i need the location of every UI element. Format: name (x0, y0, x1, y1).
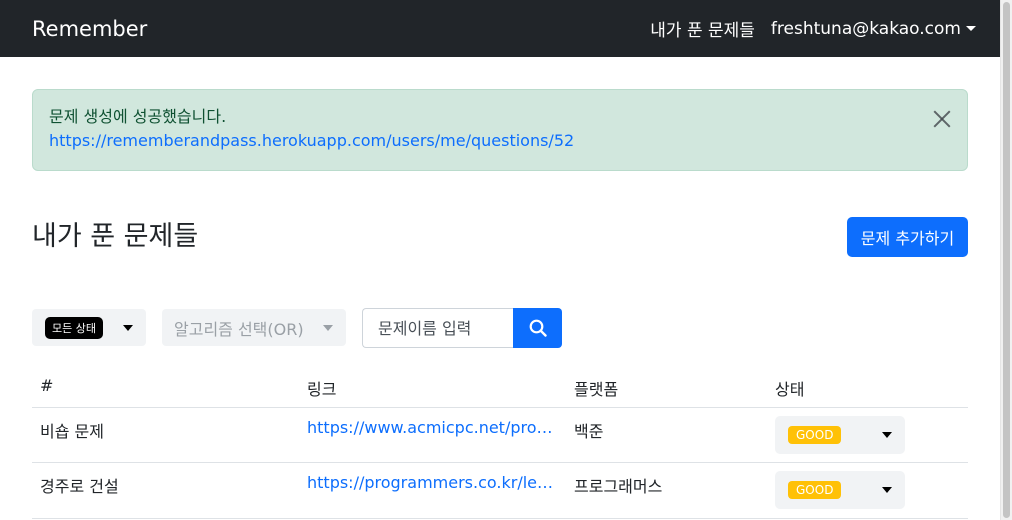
chevron-down-icon (882, 432, 892, 438)
question-link[interactable]: https://programmers.co.kr/learn/courses/… (307, 473, 557, 492)
question-link[interactable]: https://www.acmicpc.net/problem/1799 (307, 418, 557, 437)
scrollbar-thumb[interactable] (1003, 2, 1010, 518)
user-email: freshtuna@kakao.com (770, 18, 961, 39)
close-icon[interactable] (931, 108, 953, 130)
page-title: 내가 푼 문제들 (32, 221, 199, 252)
chevron-down-icon (323, 324, 333, 331)
search-icon (529, 319, 547, 337)
status-filter-badge: 모든 상태 (45, 316, 103, 339)
table-header-platform: 플랫폼 (574, 380, 619, 399)
status-select[interactable]: GOOD (775, 416, 905, 454)
algorithm-placeholder: 알고리즘 선택(OR) (174, 319, 304, 339)
page-scrollbar[interactable] (1000, 0, 1012, 520)
alert-message: 문제 생성에 성공했습니다. (49, 107, 227, 126)
question-name: 경주로 건설 (40, 477, 119, 496)
status-badge: GOOD (788, 426, 842, 444)
search-button[interactable] (513, 308, 562, 348)
chevron-down-icon (882, 487, 892, 493)
platform-name: 백준 (574, 422, 604, 441)
brand-logo[interactable]: Remember (32, 17, 147, 41)
success-alert: 문제 생성에 성공했습니다. https://rememberandpass.h… (32, 89, 968, 171)
status-filter-select[interactable]: 모든 상태 (32, 309, 146, 346)
question-name: 비숍 문제 (40, 422, 104, 441)
row-divider (32, 518, 968, 519)
status-select[interactable]: GOOD (775, 471, 905, 509)
algorithm-select[interactable]: 알고리즘 선택(OR) (162, 309, 346, 346)
add-question-button[interactable]: 문제 추가하기 (847, 217, 968, 257)
my-solved-link[interactable]: 내가 푼 문제들 (650, 16, 755, 41)
table-header-link: 링크 (307, 380, 337, 399)
row-divider (32, 462, 968, 463)
user-dropdown[interactable]: freshtuna@kakao.com (771, 19, 976, 39)
nav-right: 내가 푼 문제들 freshtuna@kakao.com (650, 16, 976, 41)
top-navbar: Remember 내가 푼 문제들 freshtuna@kakao.com (0, 0, 1000, 57)
platform-name: 프로그래머스 (574, 477, 663, 496)
search-input[interactable] (362, 308, 514, 348)
table-header-number: # (40, 376, 54, 395)
table-header-status: 상태 (775, 380, 805, 399)
caret-down-icon (966, 26, 976, 31)
alert-question-link[interactable]: https://rememberandpass.herokuapp.com/us… (49, 129, 951, 153)
chevron-down-icon (123, 324, 133, 331)
table-header-divider (32, 407, 968, 408)
status-badge: GOOD (788, 481, 842, 499)
